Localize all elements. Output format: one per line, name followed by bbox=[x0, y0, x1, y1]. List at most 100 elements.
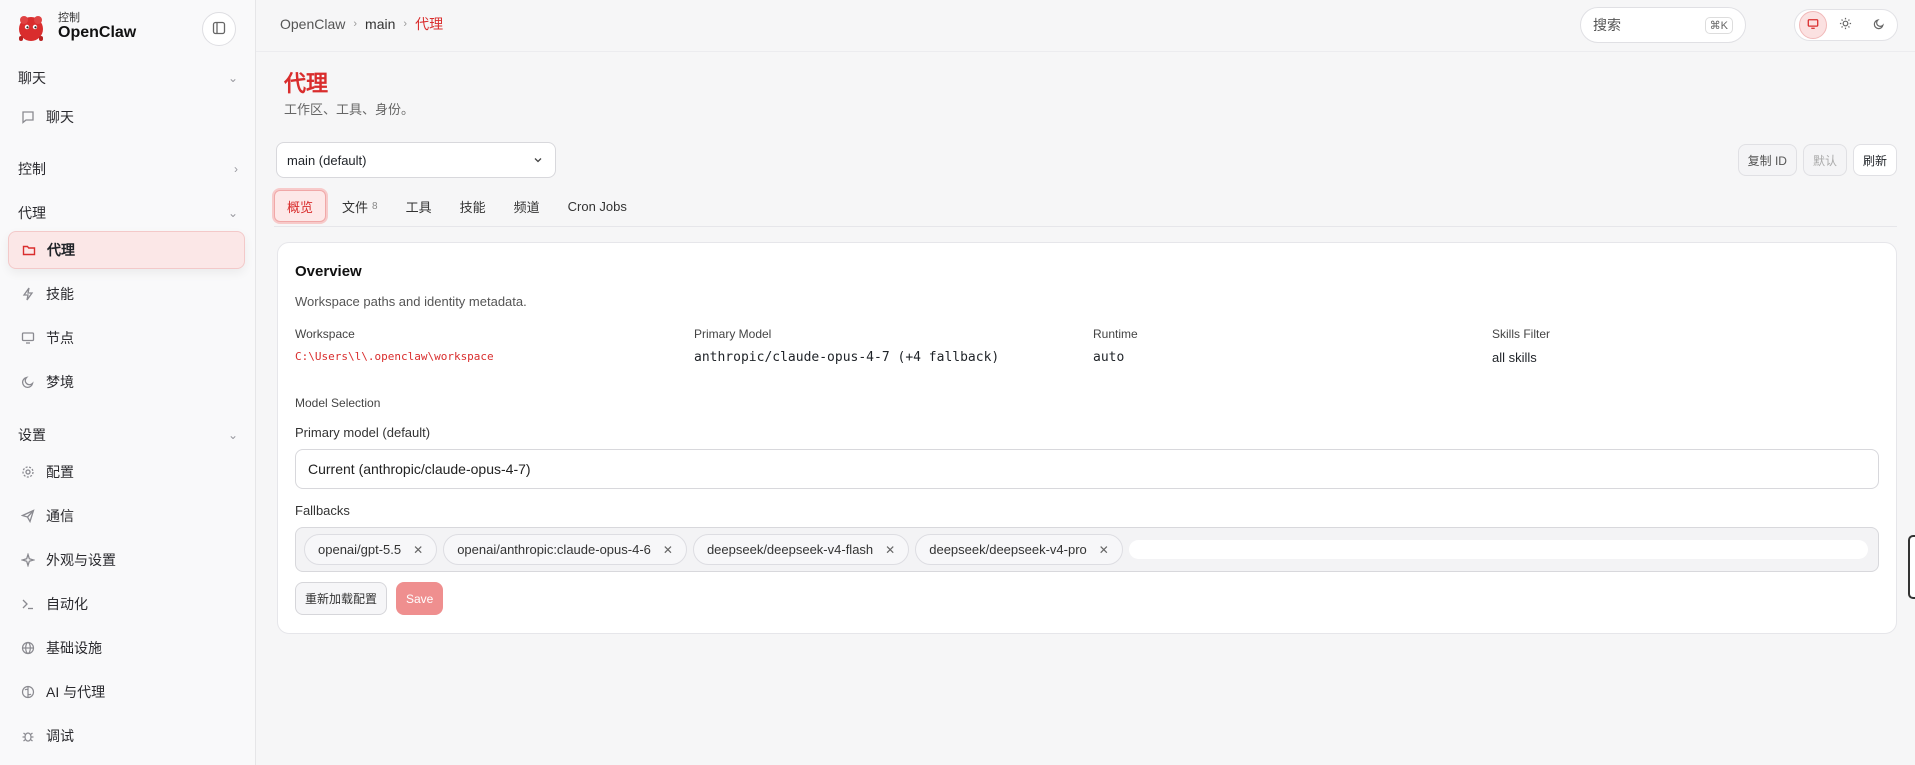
message-icon bbox=[20, 109, 36, 125]
terminal-icon bbox=[20, 596, 36, 612]
sidebar-item-chat[interactable]: 聊天 bbox=[8, 98, 245, 136]
sidebar: 控制 OpenClaw 聊天 ⌄ 聊天 控制 › 代理 ⌄ 代理 技能 节点 梦… bbox=[0, 0, 256, 765]
primary-model-select-value: Current (anthropic/claude-opus-4-7) bbox=[308, 461, 531, 477]
moon-icon bbox=[1873, 17, 1885, 33]
sidebar-item-label: 节点 bbox=[46, 330, 74, 346]
fallbacks-input[interactable]: openai/gpt-5.5 ✕ openai/anthropic:claude… bbox=[295, 527, 1879, 572]
sidebar-section-settings[interactable]: 设置 ⌄ bbox=[18, 425, 238, 445]
sidebar-item-agents[interactable]: 代理 bbox=[8, 231, 245, 269]
close-icon[interactable]: ✕ bbox=[663, 543, 673, 557]
theme-switcher bbox=[1794, 9, 1898, 41]
search-placeholder: 搜索 bbox=[1593, 17, 1621, 33]
chevron-right-icon: › bbox=[234, 162, 238, 176]
sidebar-item-appearance[interactable]: 外观与设置 bbox=[8, 541, 245, 579]
fallback-chip: deepseek/deepseek-v4-flash ✕ bbox=[692, 534, 910, 565]
breadcrumb-item-openclaw[interactable]: OpenClaw bbox=[280, 16, 345, 32]
tab-channels[interactable]: 频道 bbox=[502, 190, 552, 222]
refresh-button[interactable]: 刷新 bbox=[1852, 144, 1897, 176]
sidebar-item-infrastructure[interactable]: 基础设施 bbox=[8, 629, 245, 667]
agent-select[interactable]: main (default) bbox=[276, 142, 556, 178]
sidebar-section-agents[interactable]: 代理 ⌄ bbox=[18, 203, 238, 223]
page-title: 代理 bbox=[284, 71, 329, 96]
tab-cron-jobs[interactable]: Cron Jobs bbox=[556, 190, 639, 222]
tab-label: Cron Jobs bbox=[567, 198, 627, 214]
chevron-right-icon: › bbox=[353, 18, 358, 30]
sidebar-item-nodes[interactable]: 节点 bbox=[8, 319, 245, 357]
save-button[interactable]: Save bbox=[396, 582, 444, 615]
globe-icon bbox=[20, 640, 36, 656]
workspace-meta: Workspace C:\Users\l\.openclaw\workspace bbox=[295, 327, 494, 363]
overview-card: Overview Workspace paths and identity me… bbox=[277, 242, 1897, 634]
theme-system-button[interactable] bbox=[1799, 11, 1828, 39]
tab-count-badge: 8 bbox=[372, 200, 378, 212]
fallback-text-input[interactable] bbox=[1128, 540, 1868, 559]
section-label: 代理 bbox=[18, 205, 46, 221]
sidebar-item-communication[interactable]: 通信 bbox=[8, 497, 245, 535]
theme-light-button[interactable] bbox=[1832, 11, 1860, 39]
workspace-path: C:\Users\l\.openclaw\workspace bbox=[295, 350, 494, 363]
sidebar-section-chat[interactable]: 聊天 ⌄ bbox=[18, 68, 238, 88]
monitor-icon bbox=[20, 330, 36, 346]
primary-model-label: Primary Model bbox=[694, 327, 772, 341]
sidebar-item-label: 技能 bbox=[46, 286, 74, 302]
sidebar-item-ai-agents[interactable]: AI 与代理 bbox=[8, 673, 245, 711]
monitor-icon bbox=[1807, 17, 1819, 33]
sidebar-item-label: 自动化 bbox=[46, 596, 88, 612]
sidebar-item-dreams[interactable]: 梦境 bbox=[8, 363, 245, 401]
sidebar-item-automation[interactable]: 自动化 bbox=[8, 585, 245, 623]
overview-subtitle: Workspace paths and identity metadata. bbox=[295, 294, 527, 309]
tab-label: 频道 bbox=[513, 199, 540, 215]
primary-model-default-label: Primary model (default) bbox=[295, 425, 431, 440]
model-selection-label: Model Selection bbox=[295, 396, 381, 410]
set-default-button[interactable]: 默认 bbox=[1802, 144, 1847, 176]
tab-label: 技能 bbox=[459, 199, 486, 215]
reload-config-button[interactable]: 重新加载配置 bbox=[295, 582, 388, 615]
scrollbar-handle[interactable] bbox=[1908, 535, 1915, 599]
theme-dark-button[interactable] bbox=[1865, 11, 1893, 39]
sidebar-item-debug[interactable]: 调试 bbox=[8, 717, 245, 755]
fallback-chip-label: deepseek/deepseek-v4-pro bbox=[929, 542, 1087, 557]
breadcrumb-item-main[interactable]: main bbox=[365, 16, 395, 32]
copy-id-button[interactable]: 复制 ID bbox=[1737, 144, 1797, 176]
tab-label: 概览 bbox=[287, 199, 314, 215]
breadcrumb: OpenClaw › main › 代理 bbox=[280, 14, 443, 34]
sidebar-item-label: AI 与代理 bbox=[46, 684, 106, 700]
tab-skills[interactable]: 技能 bbox=[448, 190, 498, 222]
close-icon[interactable]: ✕ bbox=[1099, 543, 1109, 557]
sidebar-item-label: 外观与设置 bbox=[46, 552, 116, 568]
tab-tools[interactable]: 工具 bbox=[394, 190, 444, 222]
brand[interactable]: 控制 OpenClaw bbox=[14, 10, 136, 44]
primary-model-value: anthropic/claude-opus-4-7 (+4 fallback) bbox=[694, 350, 1000, 365]
tab-overview[interactable]: 概览 bbox=[274, 190, 327, 222]
sidebar-collapse-button[interactable] bbox=[202, 12, 236, 46]
sidebar-toggle-icon bbox=[212, 21, 226, 38]
close-icon[interactable]: ✕ bbox=[885, 543, 895, 557]
search-input[interactable]: 搜索 ⌘K bbox=[1580, 7, 1746, 43]
close-icon[interactable]: ✕ bbox=[413, 543, 423, 557]
brand-name: OpenClaw bbox=[58, 24, 137, 42]
sidebar-item-config[interactable]: 配置 bbox=[8, 453, 245, 491]
skills-filter-meta: Skills Filter all skills bbox=[1492, 327, 1550, 365]
sidebar-item-skills[interactable]: 技能 bbox=[8, 275, 245, 313]
brand-subtitle: 控制 bbox=[58, 12, 80, 25]
tab-label: 文件 bbox=[342, 199, 369, 215]
workspace-label: Workspace bbox=[295, 327, 355, 341]
section-label: 设置 bbox=[18, 427, 46, 443]
sidebar-section-control[interactable]: 控制 › bbox=[18, 159, 238, 179]
page-subtitle: 工作区、工具、身份。 bbox=[284, 102, 415, 117]
bug-icon bbox=[20, 728, 36, 744]
gear-icon bbox=[20, 464, 36, 480]
chevron-down-icon: ⌄ bbox=[227, 71, 238, 85]
sidebar-item-label: 聊天 bbox=[46, 109, 74, 125]
sparkle-icon bbox=[20, 552, 36, 568]
primary-model-select[interactable]: Current (anthropic/claude-opus-4-7) bbox=[295, 449, 1879, 489]
primary-model-meta: Primary Model anthropic/claude-opus-4-7 … bbox=[694, 327, 999, 365]
agent-actions: 复制 ID 默认 刷新 bbox=[1737, 144, 1897, 176]
chevron-down-icon bbox=[533, 153, 543, 168]
tab-files[interactable]: 文件 8 bbox=[330, 190, 390, 222]
fallback-chip: openai/anthropic:claude-opus-4-6 ✕ bbox=[443, 534, 687, 565]
sidebar-item-label: 通信 bbox=[46, 508, 74, 524]
chevron-right-icon: › bbox=[403, 18, 408, 30]
section-label: 控制 bbox=[18, 161, 46, 177]
send-icon bbox=[20, 508, 36, 524]
